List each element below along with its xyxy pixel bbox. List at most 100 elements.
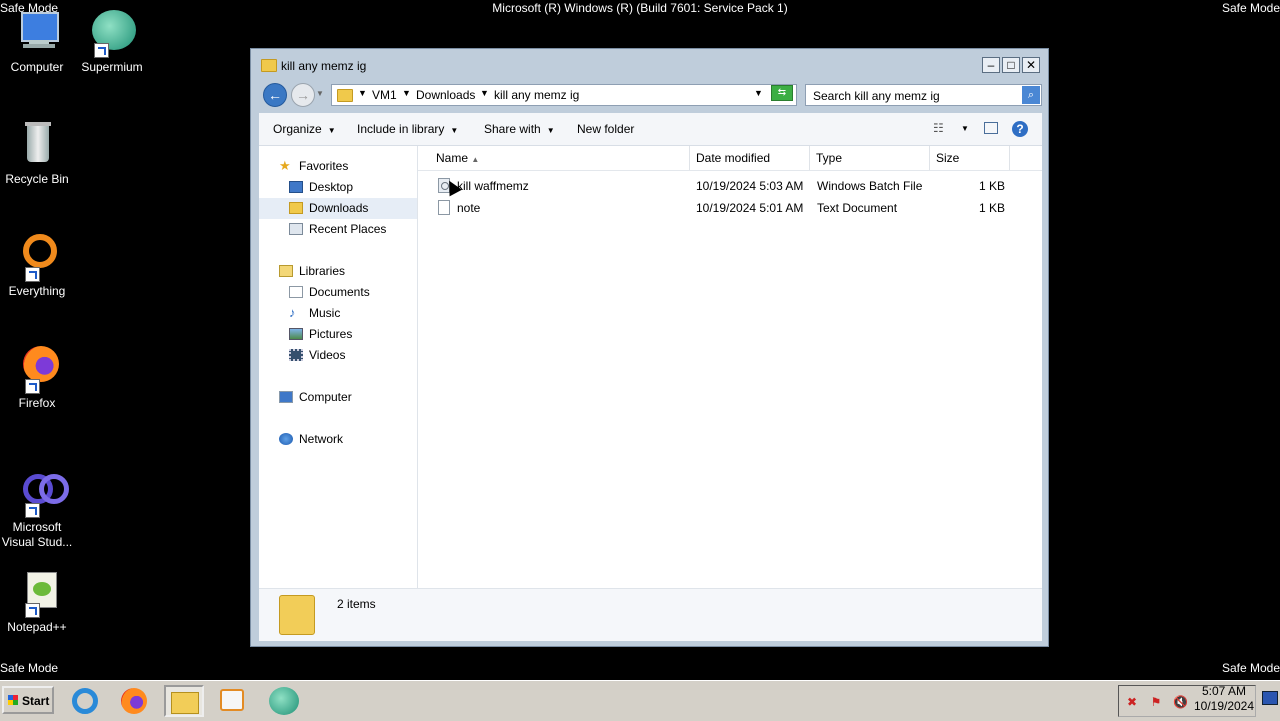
explorer-folder-icon bbox=[171, 692, 199, 714]
desktop-icon-firefox[interactable]: Firefox bbox=[0, 344, 75, 411]
new-folder-label: New folder bbox=[577, 122, 635, 136]
include-in-library-button[interactable]: Include in library ▼ bbox=[357, 122, 458, 136]
include-in-library-label: Include in library bbox=[357, 122, 445, 136]
window-titlebar[interactable]: kill any memz ig bbox=[259, 55, 1039, 77]
nav-label: Downloads bbox=[309, 201, 369, 215]
maximize-button[interactable]: □ bbox=[1002, 57, 1020, 73]
pictures-icon bbox=[289, 328, 303, 340]
column-header-date-modified[interactable]: Date modified bbox=[690, 146, 810, 170]
search-icon[interactable]: ⌕ bbox=[1022, 86, 1040, 104]
volume-muted-icon[interactable]: 🔇 bbox=[1173, 695, 1188, 709]
chevron-down-icon[interactable]: ▼ bbox=[402, 88, 411, 98]
chevron-down-icon[interactable]: ▼ bbox=[480, 88, 489, 98]
sort-ascending-icon: ▲ bbox=[471, 155, 480, 164]
chevron-down-icon[interactable]: ▼ bbox=[358, 88, 367, 98]
file-date: 10/19/2024 5:01 AM bbox=[696, 201, 804, 215]
refresh-button[interactable]: ⇆ bbox=[771, 85, 793, 101]
share-with-label: Share with bbox=[484, 122, 541, 136]
view-options-icon[interactable]: ☷ bbox=[933, 121, 944, 135]
firefox-icon bbox=[121, 688, 147, 714]
explorer-window[interactable]: kill any memz ig – □ ✕ ← → ▼ ▼ VM1 ▼ Downl… bbox=[250, 48, 1049, 647]
breadcrumb-current-folder[interactable]: kill any memz ig bbox=[494, 88, 579, 102]
forward-button[interactable]: → bbox=[291, 83, 315, 107]
videos-icon bbox=[289, 349, 303, 361]
address-bar[interactable]: ▼ VM1 ▼ Downloads ▼ kill any memz ig ▼ bbox=[331, 84, 797, 106]
close-button[interactable]: ✕ bbox=[1022, 57, 1040, 73]
computer-icon bbox=[13, 8, 61, 56]
network-icon bbox=[279, 433, 293, 445]
clock[interactable]: 5:07 AM 10/19/2024 bbox=[1192, 684, 1256, 714]
view-dropdown-icon[interactable]: ▼ bbox=[961, 124, 969, 133]
show-desktop-button[interactable] bbox=[1262, 691, 1278, 705]
column-header-label: Type bbox=[816, 151, 843, 165]
back-button[interactable]: ← bbox=[263, 83, 287, 107]
nav-label: Documents bbox=[309, 285, 370, 299]
supermium-icon bbox=[88, 8, 136, 58]
nav-item-network[interactable]: Network bbox=[259, 429, 417, 450]
recent-places-icon bbox=[289, 223, 303, 235]
taskbar-supermium[interactable] bbox=[265, 685, 305, 717]
window-title: kill any memz ig bbox=[281, 59, 367, 73]
taskbar-windows-explorer[interactable] bbox=[164, 685, 204, 717]
breadcrumb-vm1[interactable]: VM1 bbox=[372, 88, 397, 102]
desktop-icon-label: Everything bbox=[8, 284, 66, 298]
details-pane: 2 items bbox=[259, 588, 1042, 641]
desktop-icon-notepad-plus-plus[interactable]: Notepad++ bbox=[0, 568, 75, 635]
media-player-icon bbox=[220, 689, 244, 711]
desktop-icon bbox=[289, 181, 303, 193]
nav-item-libraries[interactable]: Libraries bbox=[259, 261, 417, 282]
chevron-down-icon: ▼ bbox=[450, 126, 459, 135]
preview-pane-icon[interactable] bbox=[984, 122, 998, 134]
item-count: 2 items bbox=[337, 597, 376, 611]
new-folder-button[interactable]: New folder bbox=[577, 122, 634, 136]
desktop-icon-everything[interactable]: Everything bbox=[0, 232, 75, 299]
column-header-size[interactable]: Size bbox=[930, 146, 1010, 170]
desktop-icon-visual-studio[interactable]: Microsoft Visual Stud... bbox=[0, 468, 75, 550]
file-date: 10/19/2024 5:03 AM bbox=[696, 179, 804, 193]
nav-item-desktop[interactable]: Desktop bbox=[259, 177, 417, 198]
firefox-icon bbox=[13, 344, 61, 394]
column-header-type[interactable]: Type bbox=[810, 146, 930, 170]
nav-item-recent-places[interactable]: Recent Places bbox=[259, 219, 417, 240]
desktop-icon-recycle-bin[interactable]: Recycle Bin bbox=[0, 120, 75, 187]
safe-mode-label-bottom-right: Safe Mode bbox=[1221, 661, 1280, 675]
help-icon[interactable]: ? bbox=[1012, 121, 1028, 137]
taskbar-firefox[interactable] bbox=[115, 685, 155, 717]
os-build-title: Microsoft (R) Windows (R) (Build 7601: S… bbox=[492, 1, 788, 15]
nav-label: Videos bbox=[309, 348, 346, 362]
nav-item-favorites[interactable]: ★ Favorites bbox=[259, 156, 417, 177]
network-error-icon[interactable]: ✖ bbox=[1125, 695, 1139, 709]
organize-button[interactable]: Organize ▼ bbox=[273, 122, 336, 136]
column-header-name[interactable]: Name ▲ bbox=[418, 146, 690, 170]
start-button[interactable]: Start bbox=[2, 686, 54, 714]
history-dropdown-icon[interactable]: ▼ bbox=[316, 89, 324, 98]
action-center-error-icon[interactable]: ⚑ bbox=[1149, 695, 1163, 709]
nav-item-computer[interactable]: Computer bbox=[259, 387, 417, 408]
visual-studio-icon bbox=[13, 468, 69, 518]
downloads-folder-icon bbox=[289, 202, 303, 214]
minimize-button[interactable]: – bbox=[982, 57, 1000, 73]
clock-time: 5:07 AM bbox=[1201, 684, 1247, 698]
address-dropdown-icon[interactable]: ▼ bbox=[754, 88, 763, 98]
file-row[interactable]: note 10/19/2024 5:01 AM Text Document 1 … bbox=[418, 197, 1042, 219]
search-box[interactable]: Search kill any memz ig ⌕ bbox=[805, 84, 1042, 106]
desktop-icon-computer[interactable]: Computer bbox=[0, 8, 75, 75]
desktop-icon-label: Computer bbox=[10, 60, 64, 74]
breadcrumb-downloads[interactable]: Downloads bbox=[416, 88, 475, 102]
windows-logo-icon bbox=[8, 695, 18, 705]
nav-item-documents[interactable]: Documents bbox=[259, 282, 417, 303]
navigation-pane: ★ Favorites Desktop Downloads Recent Pla… bbox=[259, 146, 418, 588]
internet-explorer-icon bbox=[72, 688, 98, 714]
computer-icon bbox=[279, 391, 293, 403]
taskbar-internet-explorer[interactable] bbox=[66, 685, 106, 717]
nav-item-pictures[interactable]: Pictures bbox=[259, 324, 417, 345]
nav-item-videos[interactable]: Videos bbox=[259, 345, 417, 366]
column-header-label: Name bbox=[436, 151, 469, 165]
desktop-icon-supermium[interactable]: Supermium bbox=[74, 8, 150, 75]
nav-item-music[interactable]: ♪ Music bbox=[259, 303, 417, 324]
file-row[interactable]: kill waffmemz 10/19/2024 5:03 AM Windows… bbox=[418, 175, 1042, 197]
back-arrow-icon: ← bbox=[268, 87, 282, 103]
nav-item-downloads[interactable]: Downloads bbox=[259, 198, 417, 219]
taskbar-media-player[interactable] bbox=[213, 685, 253, 717]
share-with-button[interactable]: Share with ▼ bbox=[484, 122, 555, 136]
